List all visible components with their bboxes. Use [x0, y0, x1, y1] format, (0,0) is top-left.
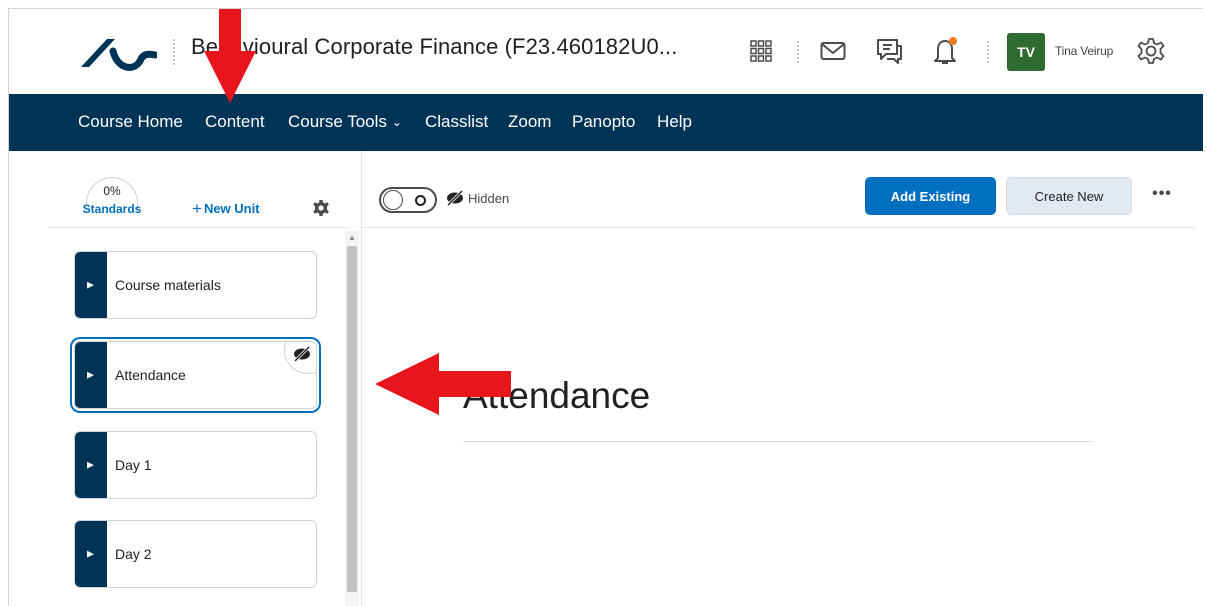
- nav-course-home[interactable]: Course Home: [78, 112, 183, 132]
- scroll-thumb[interactable]: [347, 246, 357, 592]
- toggle-off-indicator: [415, 195, 426, 206]
- toggle-knob: [383, 190, 403, 210]
- eye-slash-icon: [293, 345, 311, 363]
- visibility-toggle[interactable]: [379, 187, 437, 213]
- new-unit-label: New Unit: [203, 201, 260, 216]
- unit-label: Course materials: [115, 277, 221, 293]
- chat-icon[interactable]: [873, 35, 905, 67]
- unit-expand-tab[interactable]: ▶: [75, 342, 107, 408]
- visibility-status: Hidden: [445, 189, 510, 207]
- nav-course-tools[interactable]: Course Tools ⌄: [288, 112, 402, 132]
- add-existing-button[interactable]: Add Existing: [865, 177, 996, 215]
- annotation-arrow-left: [375, 353, 511, 415]
- nav-content[interactable]: Content: [205, 112, 265, 132]
- unit-label: Day 2: [115, 546, 152, 562]
- unit-card-attendance[interactable]: ▶ Attendance: [74, 341, 317, 409]
- standards-progress[interactable]: 0% Standards: [77, 177, 147, 217]
- bell-icon[interactable]: [929, 35, 961, 67]
- settings-gear-icon[interactable]: [1135, 35, 1167, 67]
- chevron-down-icon: ⌄: [391, 115, 402, 129]
- nav-course-tools-label: Course Tools: [288, 112, 387, 131]
- notification-dot: [949, 37, 957, 45]
- nav-panopto[interactable]: Panopto: [572, 112, 635, 132]
- nav-classlist[interactable]: Classlist: [425, 112, 488, 132]
- course-navbar: Course Home Content Course Tools ⌄ Classl…: [9, 94, 1203, 151]
- panel-separator: [361, 151, 362, 606]
- unit-expand-tab[interactable]: ▶: [75, 432, 107, 498]
- sidebar-divider: [49, 227, 349, 228]
- chevron-right-icon: ▶: [87, 369, 94, 380]
- course-title[interactable]: Behavioural Corporate Finance (F23.46018…: [191, 34, 677, 60]
- new-unit-button[interactable]: + New Unit: [192, 199, 260, 219]
- create-new-button[interactable]: Create New: [1006, 177, 1132, 215]
- sidebar-settings-icon[interactable]: [312, 199, 330, 217]
- eye-slash-icon: [446, 189, 464, 207]
- nav-help[interactable]: Help: [657, 112, 692, 132]
- unit-expand-tab[interactable]: ▶: [75, 252, 107, 318]
- sidebar-scrollbar[interactable]: ▲: [345, 231, 359, 606]
- unit-card-day-2[interactable]: ▶ Day 2: [74, 520, 317, 588]
- mail-icon[interactable]: [817, 35, 849, 67]
- top-header: Behavioural Corporate Finance (F23.46018…: [9, 9, 1203, 93]
- university-logo[interactable]: [77, 33, 157, 73]
- unit-card-course-materials[interactable]: ▶ Course materials: [74, 251, 317, 319]
- nav-zoom[interactable]: Zoom: [508, 112, 551, 132]
- plus-icon: +: [192, 199, 202, 218]
- user-name[interactable]: Tina Veirup: [1055, 44, 1113, 58]
- visibility-label: Hidden: [468, 191, 510, 206]
- heading-divider: [463, 441, 1093, 442]
- unit-label: Day 1: [115, 457, 152, 473]
- unit-label: Attendance: [115, 367, 186, 383]
- unit-expand-tab[interactable]: ▶: [75, 521, 107, 587]
- chevron-right-icon: ▶: [87, 548, 94, 559]
- annotation-arrow-down: [204, 9, 256, 103]
- browser-frame: Behavioural Corporate Finance (F23.46018…: [8, 8, 1203, 606]
- title-separator: [173, 39, 175, 65]
- standards-percent: 0%: [103, 184, 121, 198]
- unit-card-day-1[interactable]: ▶ Day 1: [74, 431, 317, 499]
- chevron-right-icon: ▶: [87, 279, 94, 290]
- more-options-icon[interactable]: •••: [1149, 185, 1175, 207]
- standards-link[interactable]: Standards: [77, 202, 147, 216]
- scroll-up-arrow-icon[interactable]: ▲: [345, 231, 359, 245]
- user-avatar[interactable]: TV: [1007, 33, 1045, 71]
- chevron-right-icon: ▶: [87, 459, 94, 470]
- header-separator: [987, 41, 989, 63]
- toolbar-divider: [362, 227, 1196, 228]
- unit-sidebar: 0% Standards + New Unit ▶ Course material…: [49, 151, 361, 606]
- waffle-icon[interactable]: [745, 35, 777, 67]
- header-separator: [797, 41, 799, 63]
